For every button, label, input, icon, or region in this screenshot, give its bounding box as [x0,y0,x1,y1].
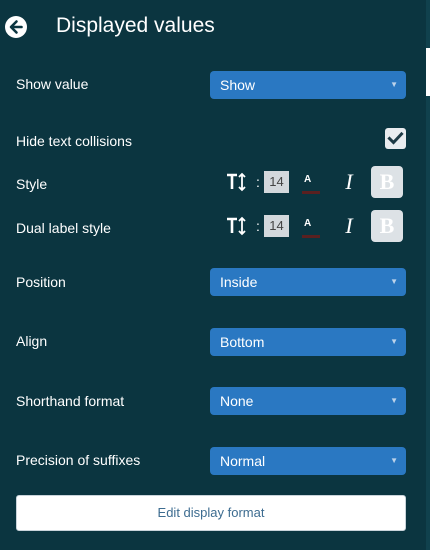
precision-label: Precision of suffixes [16,452,141,468]
show-value-selected: Show [220,77,256,93]
position-select[interactable]: Inside ▼ [210,268,406,296]
chevron-down-icon: ▼ [390,277,398,286]
dual-style-label: Dual label style [16,220,111,236]
font-size-input[interactable]: 14 [264,171,289,193]
italic-button[interactable]: I [340,167,358,197]
text-size-icon [227,172,246,192]
dual-style-controls: : 14 A I B [226,209,406,245]
text-color-button[interactable]: A [302,169,320,195]
dual-text-color-letter: A [304,218,312,229]
dual-font-size-input[interactable]: 14 [264,215,289,237]
scrollbar-thumb[interactable] [426,48,430,96]
align-select[interactable]: Bottom ▼ [210,328,406,356]
text-size-button[interactable] [226,171,248,193]
dual-text-size-button[interactable] [226,215,248,237]
position-label: Position [16,274,66,290]
bold-button[interactable]: B [371,166,403,198]
text-size-icon [227,216,246,236]
text-color-swatch [302,191,320,194]
hide-collisions-checkbox[interactable] [385,128,406,149]
shorthand-label: Shorthand format [16,393,125,409]
chevron-down-icon: ▼ [390,396,398,405]
chevron-down-icon: ▼ [390,80,398,89]
back-button[interactable] [4,15,28,39]
chevron-down-icon: ▼ [390,337,398,346]
dual-bold-button[interactable]: B [371,210,403,242]
show-value-select[interactable]: Show ▼ [210,71,406,99]
chevron-down-icon: ▼ [390,456,398,465]
position-selected: Inside [220,274,258,290]
text-color-letter: A [304,174,312,185]
precision-select[interactable]: Normal ▼ [210,447,406,475]
shorthand-selected: None [220,393,254,409]
align-selected: Bottom [220,334,265,350]
back-arrow-circle-icon [5,16,27,38]
dual-text-color-button[interactable]: A [302,213,320,239]
page-title: Displayed values [56,14,215,37]
align-label: Align [16,333,48,349]
edit-display-format-button[interactable]: Edit display format [16,495,406,531]
show-value-label: Show value [16,76,89,92]
checkmark-icon [387,131,404,145]
scrollbar[interactable] [426,0,430,550]
displayed-values-panel: Displayed values Show value Show ▼ Hide … [0,0,426,550]
size-separator: : [256,174,260,190]
precision-selected: Normal [220,453,266,469]
style-controls: : 14 A I B [226,165,406,201]
shorthand-select[interactable]: None ▼ [210,387,406,415]
style-label: Style [16,176,48,192]
hide-collisions-label: Hide text collisions [16,133,132,149]
dual-size-separator: : [256,218,260,234]
dual-text-color-swatch [302,235,320,238]
panel-header: Displayed values [0,0,426,56]
dual-italic-button[interactable]: I [340,211,358,241]
